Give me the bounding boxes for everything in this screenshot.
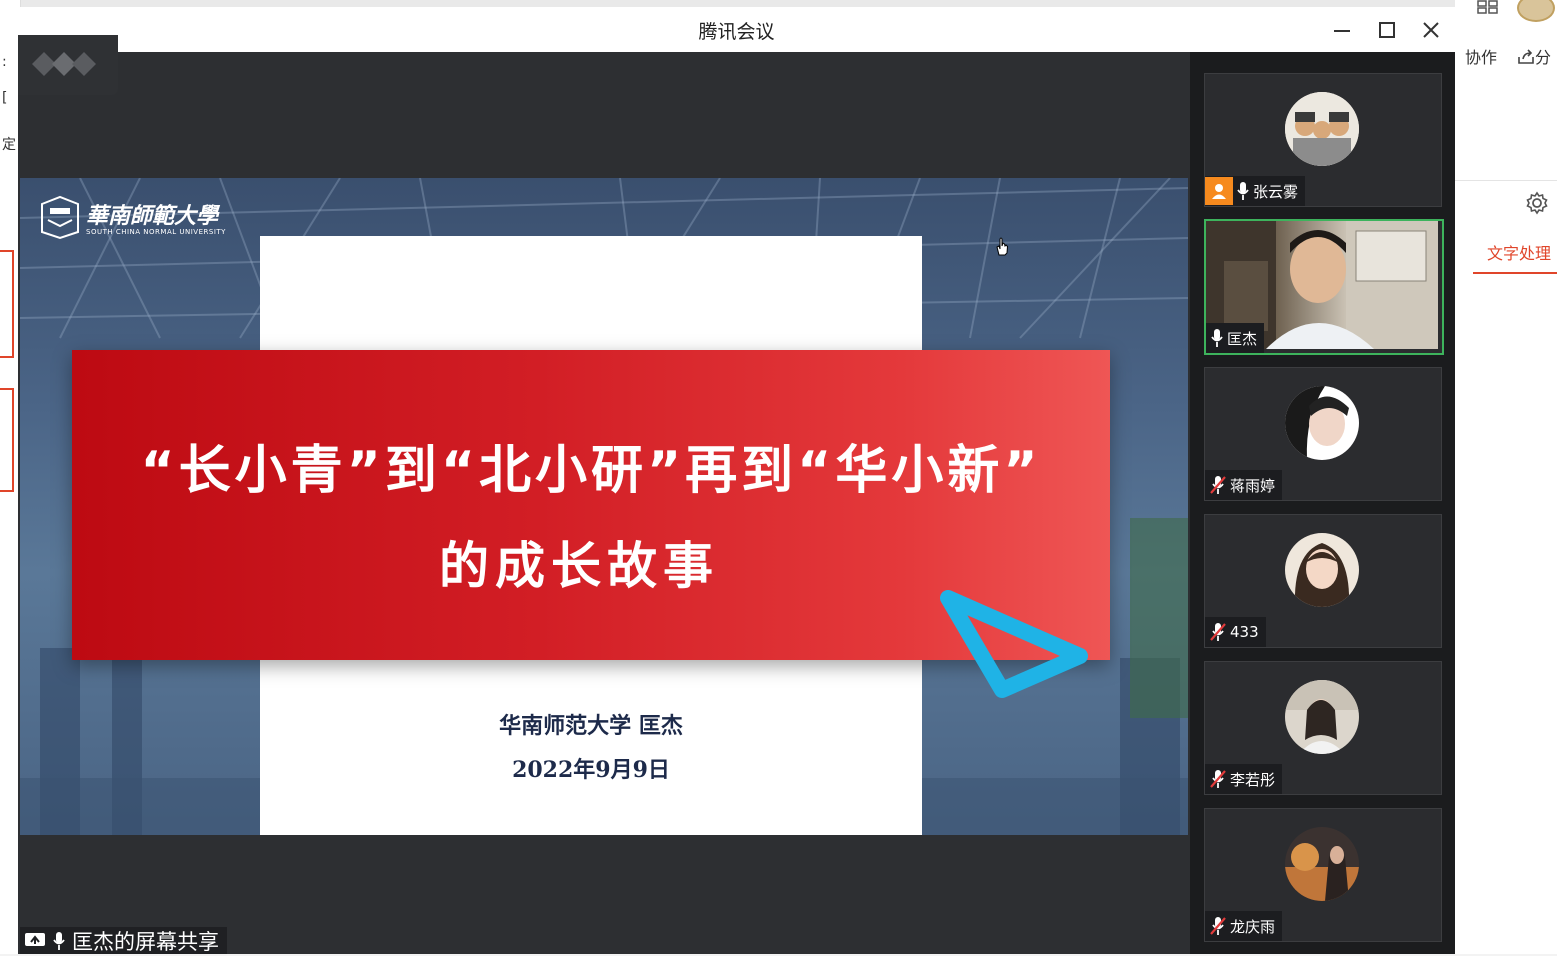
gear-icon[interactable] (1524, 190, 1550, 216)
grid-icon[interactable] (1477, 0, 1499, 14)
slide-title-line2: 的成长故事 (439, 537, 719, 595)
portrait-avatar (1285, 533, 1359, 607)
avatar-image (1285, 827, 1359, 901)
slide-title-line1: “长小青”到“北小研”再到“华小新” (140, 441, 1042, 501)
participant-tile-active-speaker[interactable]: 匡杰 (1204, 219, 1444, 355)
user-avatar[interactable] (1517, 0, 1555, 22)
person-icon (1212, 184, 1226, 199)
window-title: 腾讯会议 (698, 21, 775, 43)
participant-name: 433 (1230, 623, 1259, 641)
thumbnail-marker[interactable] (0, 250, 14, 358)
microphone-icon (1237, 182, 1249, 200)
collab-button[interactable]: 协作 (1465, 44, 1497, 68)
participant-name-tag: 张云雾 (1205, 176, 1306, 206)
hand-cursor-icon (996, 237, 1009, 256)
participant-tile[interactable]: 龙庆雨 (1204, 808, 1442, 942)
share-button[interactable]: 分 (1517, 44, 1551, 68)
participant-name: 蒋雨婷 (1230, 476, 1276, 495)
maximize-button[interactable] (1372, 15, 1402, 45)
close-button[interactable] (1416, 15, 1446, 45)
screen-share-owner: 匡杰的屏幕共享 (72, 929, 219, 954)
left-glyph: 定 (2, 137, 16, 153)
left-glyph: [ (2, 90, 8, 106)
tencent-meeting-logo-icon (32, 52, 96, 76)
participant-name: 匡杰 (1227, 329, 1258, 348)
triangle-decoration-icon (940, 590, 1088, 698)
avatar-image (1285, 386, 1359, 460)
muted-microphone-icon (1210, 770, 1226, 788)
tab-text-processing[interactable]: 文字处理 (1487, 240, 1551, 264)
participant-name-tag: 匡杰 (1206, 323, 1265, 353)
university-emblem-icon (41, 195, 79, 240)
participant-name: 李若彤 (1230, 770, 1276, 789)
participant-tile[interactable]: 张云雾 (1204, 73, 1442, 207)
participant-name: 龙庆雨 (1230, 917, 1276, 936)
participant-tile[interactable]: 李若彤 (1204, 661, 1442, 795)
group-photo-avatar (1285, 92, 1359, 166)
participant-name-tag: 李若彤 (1205, 764, 1283, 794)
participant-name: 张云雾 (1253, 182, 1299, 201)
share-icon (1518, 49, 1534, 64)
muted-microphone-icon (1210, 623, 1226, 641)
muted-microphone-icon (1210, 476, 1226, 494)
university-logo: 華南師範大學 SOUTH CHINA NORMAL UNIVERSITY (38, 194, 238, 246)
share-label: 分 (1535, 48, 1552, 67)
meeting-window: 腾讯会议 華南師範大學 SOUTH CHINA NORMAL UNIVERSIT… (18, 7, 1455, 954)
close-icon (1423, 22, 1439, 38)
screen-share-icon (25, 932, 45, 946)
background-app-right-panel: 协作 分 文字处理 (1455, 0, 1557, 954)
microphone-icon (53, 931, 65, 950)
slide-date: 2022年9月9日 (512, 757, 670, 783)
slide-author: 华南师范大学 匡杰 (499, 713, 683, 739)
minimize-icon (1334, 30, 1350, 32)
participant-panel: 张云雾 匡杰 蒋雨婷 433 李若彤 龙庆雨 (1190, 52, 1455, 954)
avatar-image (1285, 92, 1359, 166)
participant-tile[interactable]: 433 (1204, 514, 1442, 648)
minimize-button[interactable] (1327, 15, 1357, 45)
avatar-image (1285, 680, 1359, 754)
maximize-icon (1379, 22, 1395, 38)
university-subtitle: SOUTH CHINA NORMAL UNIVERSITY (86, 228, 226, 236)
app-logo-overlay (18, 35, 118, 95)
landscape-avatar (1285, 827, 1359, 901)
portrait-avatar (1285, 680, 1359, 754)
participant-tile[interactable]: 蒋雨婷 (1204, 367, 1442, 501)
microphone-icon (1211, 329, 1223, 347)
tab-underline (1473, 272, 1557, 274)
portrait-avatar (1285, 386, 1359, 460)
thumbnail-marker[interactable] (0, 388, 14, 492)
muted-microphone-icon (1210, 917, 1226, 935)
participant-name-tag: 龙庆雨 (1205, 911, 1283, 941)
screen-share-stage: 華南師範大學 SOUTH CHINA NORMAL UNIVERSITY “长小… (18, 52, 1190, 954)
divider (1455, 180, 1557, 181)
screen-share-label: 匡杰的屏幕共享 (20, 927, 227, 954)
university-name: 華南師範大學 (86, 203, 219, 229)
presentation-slide: 華南師範大學 SOUTH CHINA NORMAL UNIVERSITY “长小… (20, 178, 1188, 835)
title-bar[interactable]: 腾讯会议 (18, 7, 1455, 52)
left-glyph: : (2, 54, 7, 70)
participant-name-tag: 433 (1205, 617, 1266, 647)
host-badge (1205, 177, 1233, 205)
participant-name-tag: 蒋雨婷 (1205, 470, 1283, 500)
avatar-image (1285, 533, 1359, 607)
